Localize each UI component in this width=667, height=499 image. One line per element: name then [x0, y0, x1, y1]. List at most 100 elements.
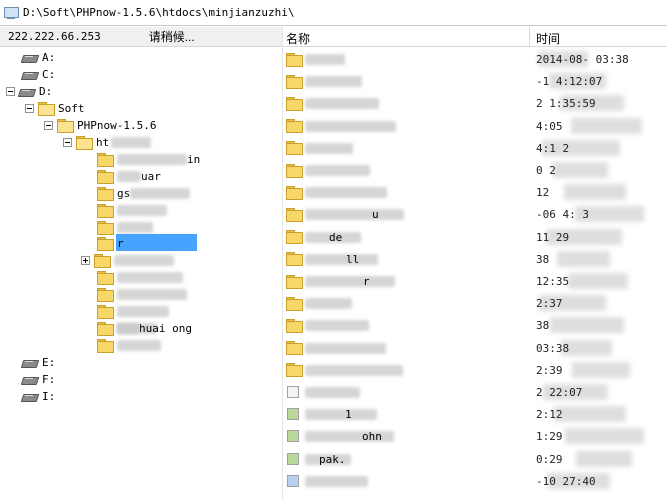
file-row[interactable]: de 11 29	[283, 226, 667, 248]
file-row[interactable]: ohn 1:29	[283, 425, 667, 447]
redacted-text	[114, 255, 174, 266]
tree-drive-i[interactable]: I:	[22, 388, 55, 405]
redacted-text	[305, 209, 404, 221]
redacted-text	[130, 188, 191, 199]
tree-folder-selected[interactable]: r	[97, 235, 124, 252]
file-icon	[287, 430, 299, 443]
list-header: 名称 时间	[283, 27, 667, 47]
tree-label: C:	[42, 68, 56, 81]
file-row[interactable]: 03:38	[283, 337, 667, 359]
file-row[interactable]: 4:1 2	[283, 137, 667, 159]
tree-folder[interactable]: uar	[97, 168, 161, 185]
file-row[interactable]: 1 2:12	[283, 403, 667, 425]
redacted-text	[117, 222, 153, 233]
file-time: 38	[536, 252, 550, 266]
folder-icon	[286, 274, 303, 289]
tree-folder[interactable]	[81, 252, 174, 269]
drive-icon	[22, 392, 37, 401]
tree-folder[interactable]	[97, 269, 183, 286]
redacted-text	[305, 54, 345, 65]
file-time: 0 2	[536, 164, 556, 177]
folder-icon	[94, 254, 111, 268]
address-path[interactable]: D:\Soft\PHPnow-1.5.6\htdocs\minjianzuzhi…	[23, 6, 295, 19]
tree-folder[interactable]: huai ong	[97, 320, 192, 337]
collapse-toggle-icon[interactable]	[63, 138, 72, 147]
tree-label: D:	[39, 85, 53, 98]
file-list: 2014-08- 03:38 -1 4:12:07 2 1:35:59 4:05 …	[283, 48, 667, 499]
folder-icon	[286, 141, 303, 156]
redacted-text	[117, 340, 161, 351]
tree-folder[interactable]	[97, 303, 169, 320]
redacted-text	[305, 142, 353, 154]
tree-drive-e[interactable]: E:	[22, 354, 55, 371]
tree-label: ht	[96, 136, 110, 149]
redacted-block	[572, 361, 630, 378]
tree-folder[interactable]	[97, 337, 161, 354]
file-row[interactable]: 2014-08- 03:38	[283, 48, 667, 70]
folder-open-icon	[76, 136, 93, 150]
redacted-text	[305, 165, 370, 176]
tree-label: PHPnow-1.5.6	[77, 119, 157, 132]
redacted-text	[117, 272, 183, 283]
folder-icon	[97, 153, 114, 167]
file-time: 03:38	[536, 341, 570, 355]
file-row[interactable]: 4:05	[283, 115, 667, 137]
column-header-name[interactable]: 名称	[286, 30, 310, 47]
file-name: ohn	[362, 430, 382, 444]
redacted-text	[305, 409, 377, 421]
folder-icon	[97, 221, 114, 235]
tree-folder[interactable]	[97, 202, 167, 219]
file-row[interactable]: -1 4:12:07	[283, 70, 667, 92]
folder-icon	[286, 185, 303, 200]
server-ip: 222.222.66.253	[8, 30, 101, 43]
file-row[interactable]: r 12:35	[283, 270, 667, 292]
redacted-text	[117, 306, 169, 317]
expand-toggle-icon[interactable]	[81, 256, 90, 265]
collapse-toggle-icon[interactable]	[6, 87, 15, 96]
tree-folder[interactable]	[97, 286, 187, 303]
address-bar[interactable]: D:\Soft\PHPnow-1.5.6\htdocs\minjianzuzhi…	[0, 0, 667, 26]
file-row[interactable]: u -06 4: 3	[283, 203, 667, 225]
tree-folder-soft[interactable]: Soft	[25, 100, 85, 117]
redacted-block	[557, 250, 610, 267]
file-name: ll	[346, 252, 360, 266]
tree-drive-f[interactable]: F:	[22, 371, 55, 388]
folder-icon	[97, 305, 114, 319]
tree-folder[interactable]: in	[97, 151, 200, 168]
collapse-toggle-icon[interactable]	[44, 121, 53, 130]
folder-icon	[286, 318, 303, 333]
file-row[interactable]: pak. 0:29	[283, 448, 667, 470]
column-separator[interactable]	[529, 27, 530, 47]
tree-folder[interactable]: gs	[97, 185, 191, 202]
tree-label: Soft	[58, 102, 85, 115]
folder-icon	[97, 187, 114, 201]
file-row[interactable]: -10 27:40	[283, 470, 667, 492]
file-row[interactable]: 2:37	[283, 292, 667, 314]
collapse-toggle-icon[interactable]	[25, 104, 34, 113]
file-row[interactable]: 2 1:35:59	[283, 92, 667, 114]
tree-folder-phpnow[interactable]: PHPnow-1.5.6	[44, 117, 156, 134]
folder-icon	[286, 207, 303, 222]
folder-icon	[286, 52, 303, 67]
tree-drive-a[interactable]: A:	[22, 49, 55, 66]
redacted-text	[305, 342, 386, 354]
file-row[interactable]: 12	[283, 181, 667, 203]
file-name: pak.	[319, 452, 346, 466]
file-icon	[287, 452, 299, 465]
status-text: 请稍候...	[148, 30, 195, 44]
file-row[interactable]: 2:39	[283, 359, 667, 381]
file-row[interactable]: ll 38	[283, 248, 667, 270]
drive-icon	[22, 358, 37, 367]
tree-label: r	[117, 237, 124, 250]
file-row[interactable]: 2 22:07	[283, 381, 667, 403]
file-time: -10 27:40	[536, 474, 596, 488]
folder-open-icon	[57, 119, 74, 133]
tree-drive-c[interactable]: C:	[22, 66, 55, 83]
file-row[interactable]: 38	[283, 314, 667, 336]
folder-icon	[286, 96, 303, 111]
redacted-text	[117, 154, 187, 165]
tree-drive-d[interactable]: D:	[6, 83, 52, 100]
column-header-time[interactable]: 时间	[536, 30, 560, 47]
tree-folder-htdocs[interactable]: ht	[63, 134, 152, 151]
file-row[interactable]: 0 2	[283, 159, 667, 181]
